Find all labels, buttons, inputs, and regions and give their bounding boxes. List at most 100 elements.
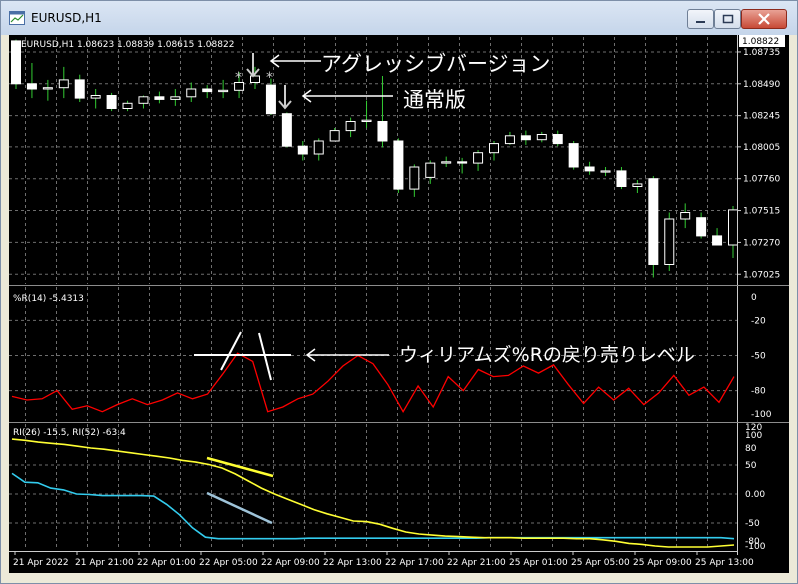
candle-body <box>58 79 69 89</box>
restore-button[interactable] <box>714 9 741 29</box>
chart-area[interactable]: EURUSD,H1 1.08623 1.08839 1.08615 1.0882… <box>9 35 789 573</box>
star-marker: * <box>235 70 242 86</box>
candle <box>393 138 404 193</box>
candle-body <box>26 83 37 90</box>
time-tick-label: 25 Apr 01:00 <box>509 558 568 568</box>
current-price-label: 1.08822 <box>742 37 779 47</box>
candle-body <box>186 88 197 98</box>
time-tick-label: 21 Apr 2022 <box>13 558 69 568</box>
candle-body <box>11 40 21 85</box>
candle-body <box>632 183 643 187</box>
candle-body <box>345 121 356 132</box>
candle-body <box>457 161 468 164</box>
window-title: EURUSD,H1 <box>31 11 102 25</box>
time-tick-label: 25 Apr 13:00 <box>695 558 754 568</box>
price-tick-label: 1.07025 <box>743 270 780 280</box>
candle-body <box>584 166 595 172</box>
ri-tick-label: -100 <box>745 542 766 552</box>
price-tick-label: 1.07760 <box>743 175 780 185</box>
time-tick-label: 22 Apr 09:00 <box>261 558 320 568</box>
time-tick-label: 22 Apr 13:00 <box>323 558 382 568</box>
candle-body <box>265 84 276 115</box>
ri-tick-label: 50 <box>745 461 757 471</box>
time-tick-label: 25 Apr 09:00 <box>633 558 692 568</box>
candle-body <box>329 130 340 142</box>
candle-body <box>441 161 452 164</box>
candle-body <box>664 218 675 265</box>
ri-tick-label: 100 <box>745 431 762 441</box>
time-tick-label: 25 Apr 05:00 <box>571 558 630 568</box>
price-tick-label: 1.08245 <box>743 112 780 122</box>
annotation-normal: 通常版 <box>403 88 466 112</box>
annotation-aggressive: アグレッシブバージョン <box>321 52 551 76</box>
candle-body <box>504 135 515 145</box>
candle <box>106 92 117 112</box>
candle-body <box>600 170 611 173</box>
wr-tick-label: -50 <box>751 352 766 362</box>
price-tick-label: 1.08735 <box>743 48 780 58</box>
time-tick-label: 21 Apr 21:00 <box>75 558 134 568</box>
annotation-williams: ウィリアムズ%Rの戻り売りレベル <box>399 344 695 366</box>
time-tick-label: 22 Apr 01:00 <box>137 558 196 568</box>
candle-body <box>425 162 436 178</box>
wr-tick-label: -80 <box>751 387 766 397</box>
candle-body <box>712 235 723 246</box>
candle-body <box>473 152 484 164</box>
candle-body <box>202 88 213 93</box>
candle <box>664 212 675 271</box>
price-tick-label: 1.08490 <box>743 80 780 90</box>
price-tick-label: 1.07270 <box>743 238 780 248</box>
candle-body <box>616 170 627 187</box>
candle-body <box>680 212 691 220</box>
restore-icon <box>722 14 734 24</box>
time-tick-label: 22 Apr 21:00 <box>447 558 506 568</box>
ri-tick-label: 0.00 <box>745 490 765 500</box>
candle <box>281 112 292 148</box>
candle-body <box>106 95 117 109</box>
ri-tick-label: 80 <box>745 444 757 454</box>
candle-body <box>648 178 659 265</box>
candle-body <box>122 102 133 110</box>
candle-body <box>696 217 707 237</box>
candle-body <box>393 140 404 190</box>
candle-body <box>170 96 181 100</box>
candle-body <box>313 140 324 155</box>
main-pane-header: EURUSD,H1 1.08623 1.08839 1.08615 1.0882… <box>21 40 234 50</box>
candle <box>648 176 659 278</box>
close-icon <box>758 13 770 25</box>
wr-tick-label: 0 <box>751 293 757 303</box>
candle <box>11 39 21 89</box>
candle-body <box>361 119 372 122</box>
candle-body <box>297 145 308 155</box>
close-button[interactable] <box>741 9 787 29</box>
ri-tick-label: -50 <box>745 519 760 529</box>
candle-body <box>489 143 499 154</box>
price-tick-label: 1.08005 <box>743 143 780 153</box>
time-tick-label: 22 Apr 17:00 <box>385 558 444 568</box>
minimize-button[interactable] <box>687 9 714 29</box>
candle-body <box>154 96 165 100</box>
time-tick-label: 22 Apr 05:00 <box>199 558 258 568</box>
candle-body <box>42 87 53 90</box>
candle-body <box>536 134 547 141</box>
candle-body <box>409 166 420 190</box>
candle-body <box>138 96 149 104</box>
candle-body <box>90 95 101 99</box>
ri-pane-header: RI(26) -15.5, RI(52) -63.4 <box>13 428 126 438</box>
candle <box>568 141 579 170</box>
candle-body <box>728 209 738 246</box>
candle-body <box>218 89 229 93</box>
candle-body <box>250 75 260 83</box>
wr-pane-header: %R(14) -5.4313 <box>13 294 84 304</box>
candle-body <box>552 134 563 145</box>
minimize-icon <box>696 21 705 23</box>
candle-body <box>520 135 531 141</box>
candle-body <box>281 113 292 147</box>
title-bar[interactable]: EURUSD,H1 <box>1 1 797 35</box>
price-tick-label: 1.07515 <box>743 207 780 217</box>
chart-window-icon <box>9 11 25 25</box>
candle-body <box>74 79 85 99</box>
wr-tick-label: -100 <box>751 410 772 420</box>
wr-tick-label: -20 <box>751 316 766 326</box>
candle-body <box>568 143 579 168</box>
